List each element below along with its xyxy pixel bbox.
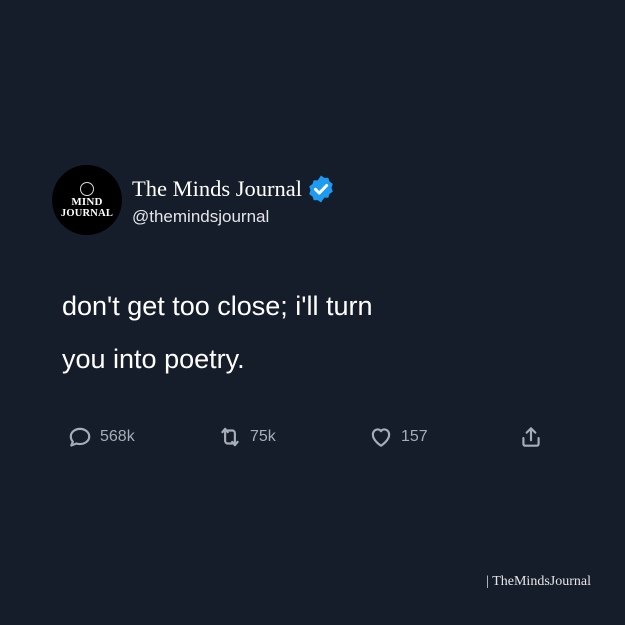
- watermark: | TheMindsJournal: [486, 574, 591, 589]
- avatar-logo-text-bottom: JOURNAL: [60, 207, 114, 219]
- name-row: The Minds Journal: [132, 174, 336, 204]
- reply-button[interactable]: 568k: [67, 424, 135, 450]
- tweet-header: MIND JOURNAL The Minds Journal @theminds…: [52, 165, 336, 235]
- verified-badge-icon: [309, 175, 333, 202]
- retweet-button[interactable]: 75k: [217, 424, 276, 450]
- logo-mark-icon: [80, 181, 94, 196]
- avatar-logo-text-top: MIND: [71, 195, 103, 208]
- retweet-count: 75k: [250, 428, 276, 445]
- tweet-text: don't get too close; i'll turn you into …: [62, 280, 532, 386]
- account-names: The Minds Journal @themindsjournal: [132, 174, 336, 227]
- tweet-text-line: don't get too close; i'll turn: [62, 291, 373, 321]
- reply-count: 568k: [100, 428, 135, 445]
- share-icon: [522, 427, 540, 447]
- avatar[interactable]: MIND JOURNAL: [52, 165, 122, 235]
- display-name[interactable]: The Minds Journal: [132, 176, 302, 202]
- heart-icon: [371, 428, 391, 447]
- tweet-actions: 568k 75k 157: [0, 424, 625, 450]
- share-button[interactable]: [518, 424, 544, 450]
- like-button[interactable]: 157: [368, 424, 428, 450]
- like-count: 157: [401, 428, 428, 445]
- reply-icon: [69, 427, 91, 447]
- account-handle[interactable]: @themindsjournal: [132, 207, 336, 227]
- retweet-icon: [221, 427, 239, 447]
- tweet-text-line: you into poetry.: [62, 344, 245, 374]
